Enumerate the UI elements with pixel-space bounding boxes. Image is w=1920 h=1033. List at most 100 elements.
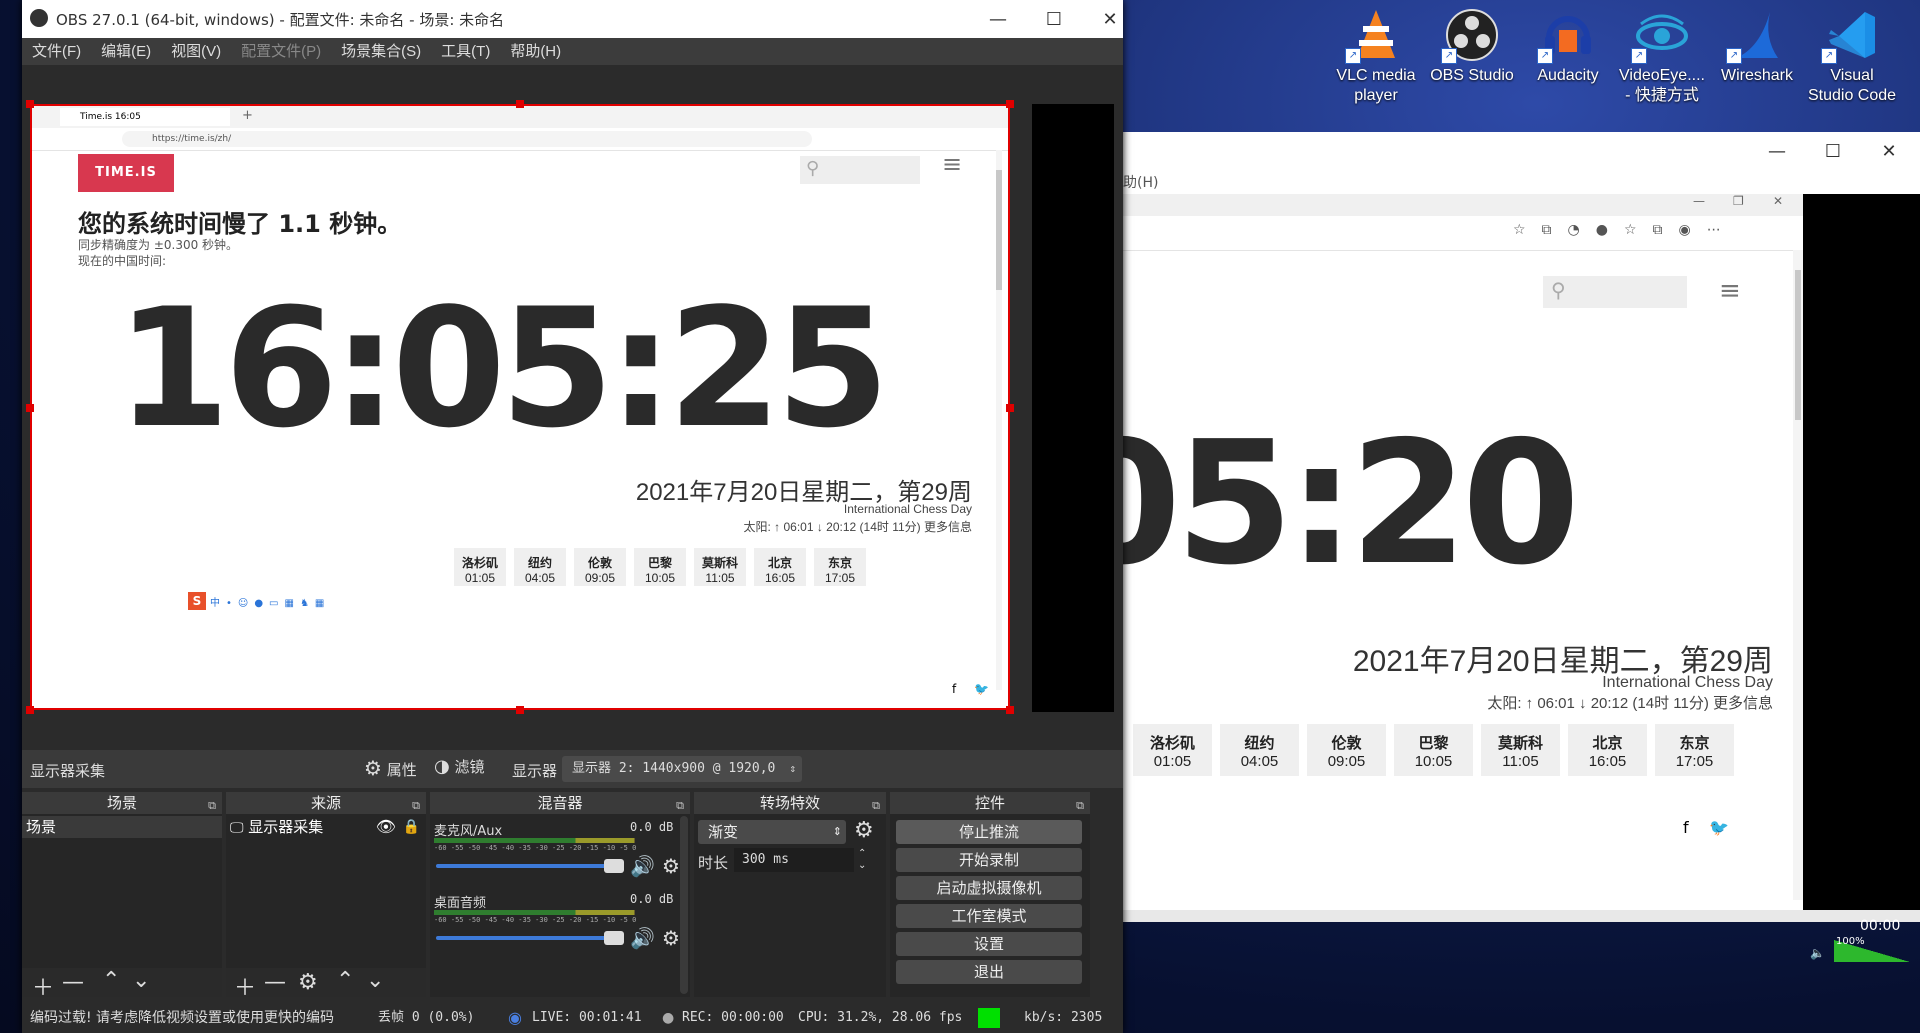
remove-icon[interactable]: —: [264, 970, 286, 995]
vscode-desktop-icon[interactable]: ↗ Visual Studio Code: [1804, 8, 1900, 106]
volume-control[interactable]: 🔈 100%: [1810, 936, 1910, 964]
gear-icon[interactable]: ⚙: [298, 970, 318, 995]
city-card[interactable]: 洛杉矶 01:05: [1133, 724, 1212, 776]
move-down-icon[interactable]: ⌄: [366, 968, 384, 993]
undock-icon[interactable]: ⧉: [872, 795, 880, 817]
speaker-mute-icon[interactable]: 🔊: [630, 854, 655, 878]
resize-handle-bl[interactable]: [26, 706, 34, 714]
city-card[interactable]: 纽约 04:05: [514, 548, 566, 586]
city-card[interactable]: 巴黎 10:05: [634, 548, 686, 586]
scene-item[interactable]: 场景: [22, 816, 222, 838]
bg-seekbar[interactable]: [1123, 910, 1920, 922]
undock-icon[interactable]: ⧉: [676, 795, 684, 817]
desktop-volume-slider[interactable]: [436, 931, 624, 945]
move-down-icon[interactable]: ⌄: [132, 968, 150, 993]
city-card[interactable]: 伦敦 09:05: [1307, 724, 1386, 776]
close-icon[interactable]: ✕: [1082, 0, 1138, 40]
twitter-icon[interactable]: 🐦: [974, 682, 989, 696]
move-up-icon[interactable]: ⌃: [102, 968, 120, 993]
preview-holiday[interactable]: International Chess Day: [462, 502, 972, 516]
obs-titlebar[interactable]: OBS 27.0.1 (64-bit, windows) - 配置文件: 未命名…: [22, 0, 1123, 38]
bg-search-box[interactable]: ⚲: [1543, 276, 1687, 308]
preview-url[interactable]: https://time.is/zh/: [122, 131, 812, 147]
preview-tab[interactable]: Time.is 16:05: [60, 108, 230, 126]
menu-help[interactable]: 帮助(H): [500, 38, 571, 65]
bg-holiday[interactable]: International Chess Day: [1273, 674, 1773, 692]
city-card[interactable]: 北京 16:05: [1568, 724, 1647, 776]
preview-search-box[interactable]: ⚲: [800, 156, 920, 184]
twitter-icon[interactable]: 🐦: [1709, 818, 1729, 837]
remove-icon[interactable]: —: [62, 970, 84, 995]
properties-button[interactable]: ⚙ 属性: [364, 756, 417, 782]
bg-window-titlebar[interactable]: — ☐ ✕: [1123, 132, 1920, 178]
transition-select[interactable]: 渐变 ⇕: [698, 820, 846, 844]
timeis-logo[interactable]: TIME.IS: [78, 154, 174, 192]
move-up-icon[interactable]: ⌃: [336, 968, 354, 993]
city-card[interactable]: 东京 17:05: [1655, 724, 1734, 776]
settings-button[interactable]: 设置: [896, 932, 1082, 956]
maximize-icon[interactable]: ☐: [1026, 0, 1082, 40]
ime-toolbar[interactable]: S 中•☺●▭▦♞▦: [188, 592, 338, 610]
lock-icon[interactable]: 🔒: [403, 816, 420, 838]
menu-view[interactable]: 视图(V): [161, 38, 231, 65]
preview-display-capture[interactable]: Time.is 16:05 + https://time.is/zh/ TIME…: [30, 104, 1010, 710]
bg-close-icon[interactable]: ✕: [1773, 194, 1783, 208]
city-card[interactable]: 纽约 04:05: [1220, 724, 1299, 776]
gear-icon[interactable]: ⚙: [662, 926, 680, 950]
resize-handle-r[interactable]: [1006, 404, 1014, 412]
speaker-mute-icon[interactable]: 🔊: [630, 926, 655, 950]
add-icon[interactable]: ＋: [234, 970, 256, 1002]
eye-visibility-icon[interactable]: 👁: [376, 816, 396, 838]
close-icon[interactable]: ✕: [1861, 132, 1917, 172]
city-card[interactable]: 莫斯科 11:05: [1481, 724, 1560, 776]
start-virtual-camera-button[interactable]: 启动虚拟摄像机: [896, 876, 1082, 900]
facebook-icon[interactable]: f: [952, 682, 956, 696]
facebook-icon[interactable]: f: [1683, 818, 1689, 837]
bg-restore-icon[interactable]: ❐: [1733, 194, 1744, 208]
city-card[interactable]: 东京 17:05: [814, 548, 866, 586]
mixer-scrollbar[interactable]: [680, 816, 688, 994]
city-card[interactable]: 伦敦 09:05: [574, 548, 626, 586]
city-card[interactable]: 巴黎 10:05: [1394, 724, 1473, 776]
bg-sun-info[interactable]: 太阳: ↑ 06:01 ↓ 20:12 (14时 11分) 更多信息: [1273, 692, 1773, 713]
resize-handle-tr[interactable]: [1006, 100, 1014, 108]
menu-edit[interactable]: 编辑(E): [91, 38, 161, 65]
maximize-icon[interactable]: ☐: [1805, 132, 1861, 172]
new-tab-icon[interactable]: +: [242, 108, 253, 123]
audacity-desktop-icon[interactable]: ↗ Audacity: [1520, 8, 1616, 86]
resize-handle-b[interactable]: [516, 706, 524, 714]
bg-toolbar-icons[interactable]: ☆⧉◔●☆⧉◉⋯: [1513, 222, 1737, 238]
filters-button[interactable]: ◑ 滤镜: [434, 756, 485, 782]
videoeye-desktop-icon[interactable]: ↗ VideoEye.... - 快捷方式: [1614, 8, 1710, 106]
duration-spinner[interactable]: ⌃ ⌄: [858, 848, 866, 872]
minimize-icon[interactable]: —: [970, 0, 1026, 40]
duration-input[interactable]: 300 ms: [734, 848, 854, 872]
city-card[interactable]: 莫斯科 11:05: [694, 548, 746, 586]
add-icon[interactable]: ＋: [32, 970, 54, 1002]
undock-icon[interactable]: ⧉: [208, 795, 216, 817]
wireshark-desktop-icon[interactable]: ↗ Wireshark: [1709, 8, 1805, 86]
minimize-icon[interactable]: —: [1749, 132, 1805, 172]
menu-scene-collection[interactable]: 场景集合(S): [331, 38, 431, 65]
menu-file[interactable]: 文件(F): [22, 38, 91, 65]
undock-icon[interactable]: ⧉: [412, 795, 420, 817]
menu-tools[interactable]: 工具(T): [431, 38, 500, 65]
hamburger-menu-icon[interactable]: ≡: [1719, 276, 1741, 306]
obs-window[interactable]: OBS 27.0.1 (64-bit, windows) - 配置文件: 未命名…: [22, 0, 1123, 1033]
vlc-desktop-icon[interactable]: ↗ VLC media player: [1328, 8, 1424, 106]
studio-mode-button[interactable]: 工作室模式: [896, 904, 1082, 928]
bg-scrollbar[interactable]: [1793, 250, 1803, 900]
stop-streaming-button[interactable]: 停止推流: [896, 820, 1082, 844]
resize-handle-tl[interactable]: [26, 100, 34, 108]
bg-min-icon[interactable]: —: [1693, 194, 1705, 208]
hamburger-menu-icon[interactable]: ≡: [942, 150, 962, 178]
display-select[interactable]: 显示器 2: 1440x900 @ 1920,0 ⇕: [562, 756, 802, 782]
exit-button[interactable]: 退出: [896, 960, 1082, 984]
background-browser-window[interactable]: — ☐ ✕ 助(H) — ❐ ✕ ☆⧉◔●☆⧉◉⋯ ⚲ ≡ 05:20 2021…: [1063, 132, 1920, 922]
resize-handle-br[interactable]: [1006, 706, 1014, 714]
resize-handle-t[interactable]: [516, 100, 524, 108]
gear-icon[interactable]: ⚙: [854, 818, 874, 843]
resize-handle-l[interactable]: [26, 404, 34, 412]
city-card[interactable]: 北京 16:05: [754, 548, 806, 586]
bg-menu-fragment[interactable]: 助(H): [1123, 172, 1158, 192]
